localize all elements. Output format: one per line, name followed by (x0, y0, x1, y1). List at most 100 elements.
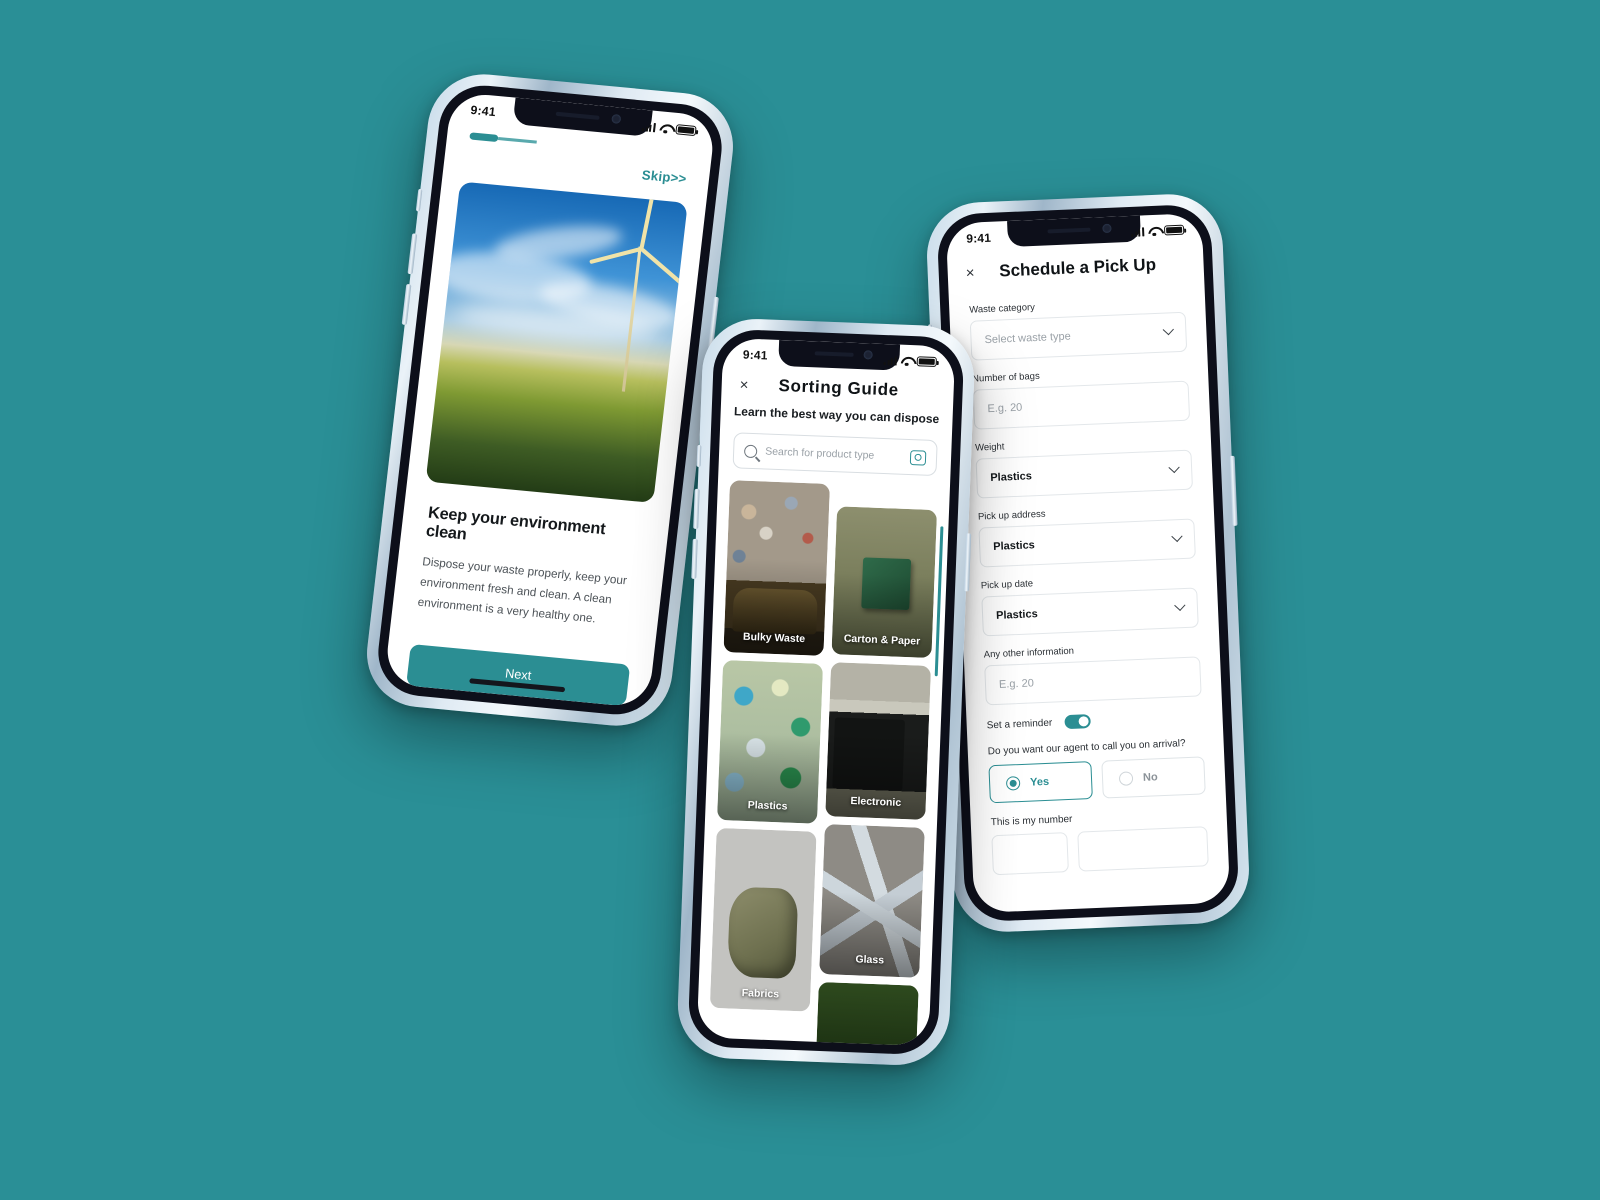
scrollbar[interactable] (934, 526, 944, 677)
skip-button[interactable]: Skip>> (641, 167, 687, 186)
field-pickup-address: Pick up address Plastics (978, 503, 1196, 568)
field-placeholder: E.g. 20 (987, 401, 1023, 416)
radio-label: No (1142, 771, 1158, 784)
radio-dot-icon (1005, 776, 1021, 791)
grid-column-right: Carton & Paper Electronic Glass (816, 484, 938, 1047)
mute-switch[interactable] (415, 188, 423, 212)
pickup-address-select[interactable]: Plastics (978, 518, 1196, 568)
volume-up-button[interactable] (693, 488, 700, 529)
tile-label: Electronic (850, 795, 902, 809)
progress-rest-segment (497, 137, 537, 144)
category-tile-electronic[interactable]: Electronic (825, 662, 932, 820)
battery-icon (916, 356, 937, 368)
phone-bezel: 9:41 × Sorting Guide Learn the best way … (687, 328, 965, 1056)
sorting-guide-screen: 9:41 × Sorting Guide Learn the best way … (696, 337, 956, 1047)
phone-number-label: This is my number (990, 813, 1073, 829)
search-bar[interactable]: Search for product type (732, 432, 938, 477)
tile-label: Bulky Waste (742, 630, 806, 646)
status-icons (1131, 224, 1185, 237)
status-time: 9:41 (469, 102, 497, 120)
onboarding-description: Dispose your waste properly, keep your e… (417, 556, 628, 626)
phone-bezel: 9:41 × Schedule a Pick Up Waste category (936, 203, 1240, 923)
tile-label: Fabrics (741, 986, 780, 1001)
phone-onboarding: 9:41 Skip>> Keep your environment clean … (361, 69, 739, 731)
search-input[interactable]: Search for product type (765, 445, 902, 462)
chevron-down-icon (1168, 461, 1180, 474)
next-button[interactable]: Next (406, 643, 631, 707)
close-icon[interactable]: × (965, 263, 988, 281)
pickup-form: Waste category Select waste type Number … (948, 273, 1229, 876)
volume-up-button[interactable] (407, 233, 418, 275)
camera-scan-icon[interactable] (909, 449, 927, 466)
phone-schedule-pickup: 9:41 × Schedule a Pick Up Waste category (924, 192, 1252, 934)
progress-active-segment (469, 132, 499, 143)
wifi-icon (659, 123, 672, 133)
phone-number-input[interactable] (1077, 826, 1209, 872)
field-pickup-date: Pick up date Plastics (981, 571, 1199, 637)
tile-label: Glass (855, 953, 885, 967)
agent-call-question: Do you want our agent to call you on arr… (987, 738, 1186, 758)
radio-yes[interactable]: Yes (988, 761, 1093, 804)
cellular-signal-icon (641, 121, 657, 132)
search-icon (743, 444, 758, 458)
power-button[interactable] (1229, 455, 1238, 526)
wifi-icon (901, 356, 913, 365)
weight-select[interactable]: Plastics (975, 449, 1194, 499)
category-tile-carton-paper[interactable]: Carton & Paper (831, 506, 938, 659)
tile-label: Plastics (747, 799, 788, 813)
reminder-toggle[interactable] (1063, 714, 1091, 730)
field-weight: Weight Plastics (975, 434, 1194, 499)
radio-label: Yes (1029, 775, 1050, 789)
onboarding-copy: Keep your environment clean Dispose your… (392, 480, 671, 636)
phone-sorting-guide: 9:41 × Sorting Guide Learn the best way … (675, 317, 977, 1067)
field-placeholder: Select waste type (984, 330, 1071, 347)
field-placeholder: E.g. 20 (998, 677, 1035, 691)
onboarding-screen: 9:41 Skip>> Keep your environment clean … (383, 91, 717, 709)
cellular-signal-icon (1131, 226, 1145, 237)
tile-label: Carton & Paper (843, 632, 921, 648)
pickup-date-select[interactable]: Plastics (981, 587, 1199, 637)
category-tile-plastics[interactable]: Plastics (717, 660, 824, 824)
radio-no[interactable]: No (1101, 756, 1206, 799)
reminder-label: Set a reminder (986, 717, 1053, 731)
schedule-pickup-screen: 9:41 × Schedule a Pick Up Waste category (945, 212, 1231, 914)
category-tile-next[interactable] (816, 981, 919, 1047)
category-tile-bulky-waste[interactable]: Bulky Waste (723, 480, 830, 656)
waste-category-select[interactable]: Select waste type (969, 311, 1188, 361)
onboarding-title: Keep your environment clean (424, 504, 607, 545)
close-icon[interactable]: × (739, 376, 762, 394)
other-information-input[interactable]: E.g. 20 (984, 656, 1202, 706)
number-of-bags-input[interactable]: E.g. 20 (972, 380, 1191, 430)
category-tile-glass[interactable]: Glass (819, 824, 925, 978)
chevron-down-icon (1162, 323, 1174, 336)
category-tile-fabrics[interactable]: Fabrics (709, 827, 817, 1012)
set-reminder-row: Set a reminder (986, 709, 1202, 732)
page-title: Sorting Guide (778, 375, 900, 400)
chevron-down-icon (1171, 530, 1183, 543)
status-time: 9:41 (742, 347, 768, 363)
status-icons (641, 121, 697, 137)
grid-column-left: Bulky Waste Plastics Fabrics (708, 480, 830, 1046)
mockup-stage: 9:41 Skip>> Keep your environment clean … (0, 0, 1600, 1200)
field-value: Plastics (990, 470, 1033, 485)
status-icons (883, 355, 937, 368)
battery-icon (675, 124, 697, 137)
onboarding-progress (469, 132, 537, 145)
onboarding-hero-image (425, 181, 688, 504)
field-number-of-bags: Number of bags E.g. 20 (972, 365, 1191, 430)
chevron-down-icon (1174, 599, 1186, 612)
field-value: Plastics (992, 539, 1036, 553)
volume-down-button[interactable] (691, 538, 698, 579)
field-waste-category: Waste category Select waste type (969, 296, 1188, 361)
battery-icon (1163, 224, 1185, 236)
status-time: 9:41 (966, 230, 992, 246)
country-code-select[interactable] (991, 832, 1069, 876)
phone-number-row (991, 826, 1209, 876)
agent-call-radio-group: Yes No (988, 756, 1206, 804)
volume-down-button[interactable] (401, 283, 412, 325)
radio-dot-icon (1118, 771, 1134, 786)
wifi-icon (1148, 226, 1160, 235)
sunflower-field (426, 344, 669, 504)
waste-category-grid: Bulky Waste Plastics Fabrics Carton & Pa… (708, 480, 938, 1047)
mute-switch[interactable] (696, 444, 702, 468)
